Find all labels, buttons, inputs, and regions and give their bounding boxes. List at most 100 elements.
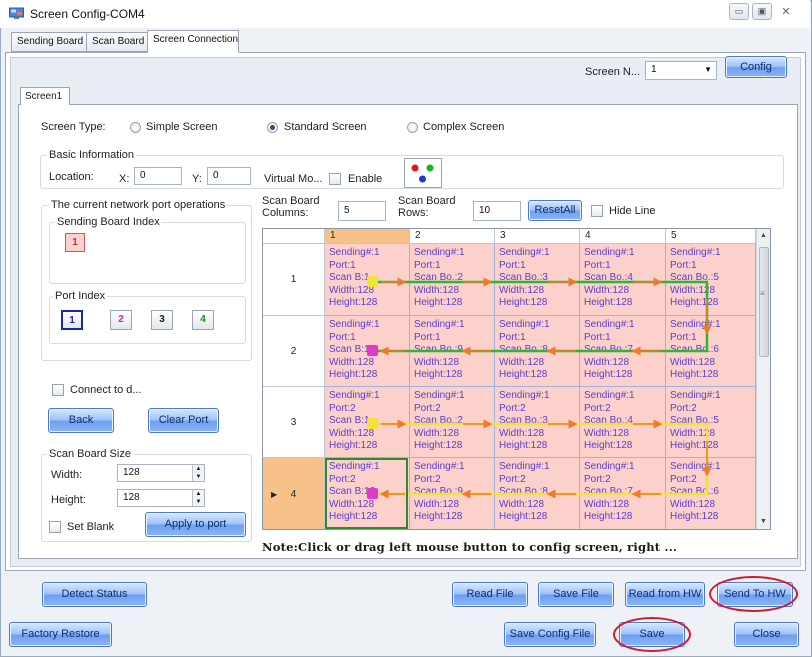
save-config-file-button[interactable]: Save Config File — [504, 622, 596, 647]
cell-line: Port:2 — [584, 473, 611, 485]
grid-cell[interactable]: Sending#:1 Port:2 Scan B:10 Width:128 Height… — [325, 458, 410, 529]
complex-screen-radio[interactable] — [407, 122, 418, 133]
cell-line: Width:128 — [414, 427, 460, 439]
clear-port-button[interactable]: Clear Port — [148, 408, 219, 433]
cell-line: Width:128 — [414, 356, 460, 368]
simple-screen-radio[interactable] — [130, 122, 141, 133]
cell-line: Port:1 — [414, 259, 441, 271]
close-window-button[interactable]: ✕ — [778, 5, 794, 19]
set-blank-label: Set Blank — [67, 521, 115, 533]
grid-cell[interactable]: Sending#:1 Port:1 Scan Bo.:8 Width:128 Heigh… — [495, 316, 580, 387]
location-x-input[interactable]: 0 — [134, 167, 182, 185]
spinner-icon[interactable]: ▲ ▼ — [192, 465, 204, 481]
screen-grid[interactable]: 1 2 3 4 5 1 2 3 ▶ 4 Sending#:1 Port:1 Scan… — [262, 228, 771, 530]
location-label: Location: — [49, 171, 94, 183]
grid-cell[interactable]: Sending#:1 Port:1 Scan Bo.:2 Width:128 Heigh… — [410, 244, 495, 316]
save-file-button[interactable]: Save File — [538, 582, 614, 607]
standard-screen-radio[interactable] — [267, 122, 278, 133]
row-header-2[interactable]: 2 — [263, 316, 325, 387]
close-button[interactable]: Close — [734, 622, 799, 647]
grid-cell[interactable]: Sending#:1 Port:2 Scan Bo.:3 Width:128 Heigh… — [495, 387, 580, 458]
grid-cell[interactable]: Sending#:1 Port:1 Scan Bo.:6 Width:128 Heigh… — [666, 316, 756, 387]
tab-scan-board[interactable]: Scan Board — [86, 32, 148, 52]
cell-line: Sending#:1 — [584, 461, 635, 472]
read-from-hw-button[interactable]: Read from HW — [625, 582, 705, 607]
grid-cell[interactable]: Sending#:1 Port:1 Scan Bo.:7 Width:128 Heigh… — [580, 316, 666, 387]
grid-cell[interactable]: Sending#:1 Port:1 Scan B:1 Width:128 Height:… — [325, 244, 410, 316]
set-blank-checkbox[interactable] — [49, 521, 61, 533]
grid-cell[interactable]: Sending#:1 Port:1 Scan Bo.:3 Width:128 Heigh… — [495, 244, 580, 316]
column-header-4[interactable]: 4 — [580, 229, 666, 244]
factory-restore-button[interactable]: Factory Restore — [9, 622, 112, 647]
row-header-1[interactable]: 1 — [263, 244, 325, 316]
grid-cell[interactable]: Sending#:1 Port:2 Scan Bo.:7 Width:128 Heigh… — [580, 458, 666, 529]
hide-line-checkbox[interactable] — [591, 205, 603, 217]
tab-sending-board[interactable]: Sending Board — [11, 32, 87, 52]
row-header-3[interactable]: 3 — [263, 387, 325, 458]
send-to-hw-button[interactable]: Send To HW — [717, 582, 793, 607]
maximize-button[interactable]: ▣ — [752, 3, 772, 20]
grid-cell[interactable]: Sending#:1 Port:1 Scan Bo.:5 Width:128 Heigh… — [666, 244, 756, 316]
grid-cell[interactable]: Sending#:1 Port:2 Scan Bo.:5 Width:128 Heigh… — [666, 387, 756, 458]
cell-line: Width:128 — [584, 284, 630, 296]
hide-line-label: Hide Line — [609, 205, 656, 217]
column-header-5[interactable]: 5 — [666, 229, 756, 244]
detect-status-button[interactable]: Detect Status — [42, 582, 147, 607]
config-button[interactable]: Config — [725, 56, 787, 78]
cell-line: Width:128 — [670, 498, 716, 510]
spinner-icon[interactable]: ▲ ▼ — [192, 490, 204, 506]
grid-cell[interactable]: Sending#:1 Port:2 Scan Bo.:2 Width:128 Heigh… — [410, 387, 495, 458]
connect-checkbox[interactable] — [52, 384, 64, 396]
scroll-up-icon[interactable]: ▲ — [760, 232, 767, 239]
instruction-note: Note:Click or drag left mouse button to … — [262, 540, 678, 554]
width-input[interactable]: 128 ▲ ▼ — [117, 464, 205, 482]
scan-board-columns-input[interactable]: 5 — [338, 201, 386, 221]
cell-line: Sending#:1 — [329, 461, 380, 472]
scan-board-rows-input[interactable]: 10 — [473, 201, 521, 221]
port-3-button[interactable]: 3 — [151, 310, 173, 330]
tab-screen-connection[interactable]: Screen Connection — [147, 30, 239, 53]
grid-cell[interactable]: Sending#:1 Port:1 Scan Bo.:9 Width:128 Heigh… — [410, 316, 495, 387]
port-2-button[interactable]: 2 — [110, 310, 132, 330]
cell-line: Height:128 — [414, 369, 463, 380]
grid-cell[interactable]: Sending#:1 Port:2 Scan B:1 Width:128 Height:… — [325, 387, 410, 458]
height-input[interactable]: 128 ▲ ▼ — [117, 489, 205, 507]
scroll-thumb[interactable] — [759, 247, 769, 357]
grid-cell[interactable]: Sending#:1 Port:2 Scan Bo.:6 Width:128 Heigh… — [666, 458, 756, 529]
height-label: Height: — [51, 494, 86, 506]
column-header-3[interactable]: 3 — [495, 229, 580, 244]
grid-corner-header — [263, 229, 325, 244]
read-file-button[interactable]: Read File — [452, 582, 528, 607]
cell-line: Scan B:1 — [329, 272, 370, 283]
port-1-button[interactable]: 1 — [61, 310, 83, 330]
location-y-input[interactable]: 0 — [207, 167, 251, 185]
rgb-virtual-icon[interactable] — [404, 158, 442, 188]
row-header-4[interactable]: ▶ 4 — [263, 458, 325, 529]
grid-cell[interactable]: Sending#:1 Port:1 Scan B:10 Width:128 Height… — [325, 316, 410, 387]
grid-cell[interactable]: Sending#:1 Port:1 Scan Bo.:4 Width:128 Heigh… — [580, 244, 666, 316]
save-button[interactable]: Save — [619, 622, 685, 647]
cell-line: Width:128 — [329, 284, 375, 296]
grid-cell[interactable]: Sending#:1 Port:2 Scan Bo.:8 Width:128 Heigh… — [495, 458, 580, 529]
cell-line: Port:2 — [584, 402, 611, 414]
virtual-enable-checkbox[interactable] — [329, 173, 341, 185]
scroll-down-icon[interactable]: ▼ — [760, 518, 767, 525]
grid-cell[interactable]: Sending#:1 Port:2 Scan Bo.:9 Width:128 Heigh… — [410, 458, 495, 529]
cell-line: Sending#:1 — [414, 390, 465, 401]
reset-all-button[interactable]: ResetAll — [528, 200, 582, 221]
cell-line: Scan Bo.:5 — [670, 415, 719, 426]
port-4-button[interactable]: 4 — [192, 310, 214, 330]
cell-line: Scan B:1 — [329, 415, 370, 426]
cell-line: Height:128 — [329, 511, 378, 522]
sending-board-index-button[interactable]: 1 — [65, 233, 85, 252]
screen-number-select[interactable]: 1 ▼ — [645, 61, 717, 80]
tab-screen1[interactable]: Screen1 — [20, 87, 70, 105]
cell-line: Sending#:1 — [329, 247, 380, 258]
column-header-1[interactable]: 1 — [325, 229, 410, 244]
apply-to-port-button[interactable]: Apply to port — [145, 512, 246, 537]
grid-cell[interactable]: Sending#:1 Port:2 Scan Bo.:4 Width:128 Heigh… — [580, 387, 666, 458]
back-button[interactable]: Back — [48, 408, 114, 433]
grid-vertical-scrollbar[interactable]: ▲ ≡ ▼ — [756, 229, 770, 529]
minimize-button[interactable]: ▭ — [729, 3, 749, 20]
column-header-2[interactable]: 2 — [410, 229, 495, 244]
